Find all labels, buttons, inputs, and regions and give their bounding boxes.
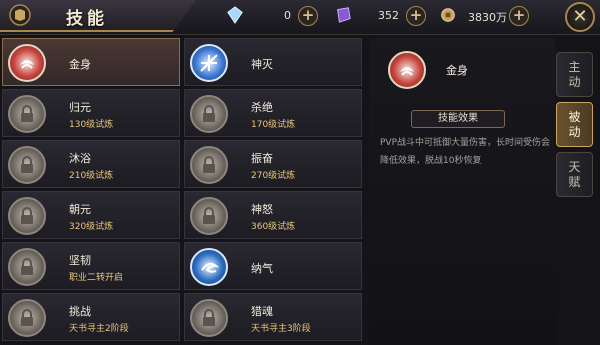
skill-description-line: 降低效果，脱战10秒恢复 bbox=[380, 156, 482, 166]
skill-description: PVP战斗中可抵御大量伤害，长时间受伤会 降低效果，脱战10秒恢复 bbox=[380, 134, 550, 170]
skill-detail-panel: 金身 技能效果 PVP战斗中可抵御大量伤害，长时间受伤会 降低效果，脱战10秒恢… bbox=[369, 38, 555, 345]
skill-requirement: 130级试炼 bbox=[69, 120, 114, 130]
coin-resource: 3830万 + bbox=[440, 6, 540, 26]
detail-skill-name: 金身 bbox=[446, 64, 468, 77]
diamond-icon bbox=[227, 6, 243, 24]
skill-grid: 金身 神灭 归元 130级试炼 杀绝 170级试炼 沐浴 210级试炼 振奋 2… bbox=[0, 38, 362, 345]
locked-skill-icon bbox=[190, 95, 228, 133]
tab-talents[interactable]: 天 赋 bbox=[556, 152, 593, 197]
tab-passive-skills[interactable]: 被 动 bbox=[556, 102, 593, 147]
add-coin-button[interactable]: + bbox=[509, 6, 529, 26]
skill-card-jianren[interactable]: 坚韧 职业二转开启 bbox=[2, 242, 180, 290]
skill-name: 沐浴 bbox=[69, 152, 91, 165]
locked-skill-icon bbox=[190, 299, 228, 337]
skill-requirement: 360级试炼 bbox=[251, 222, 296, 232]
tab-label: 动 bbox=[568, 75, 581, 89]
close-button[interactable]: ✕ bbox=[565, 2, 595, 32]
skill-card-shenmie[interactable]: 神灭 bbox=[184, 38, 362, 86]
coin-icon bbox=[441, 8, 455, 22]
top-bar: 技能 0 + 352 + 3830万 + ✕ bbox=[0, 0, 600, 35]
skill-name: 猎魂 bbox=[251, 305, 273, 318]
skill-requirement: 210级试炼 bbox=[69, 171, 114, 181]
locked-skill-icon bbox=[190, 197, 228, 235]
tab-label: 被 bbox=[568, 110, 581, 124]
skill-name: 振奋 bbox=[251, 152, 273, 165]
locked-skill-icon bbox=[190, 146, 228, 184]
add-diamond-button[interactable]: + bbox=[298, 6, 318, 26]
skill-card-guiyuan[interactable]: 归元 130级试炼 bbox=[2, 89, 180, 137]
golden-body-icon bbox=[8, 44, 46, 82]
skill-name: 金身 bbox=[69, 58, 91, 71]
skill-card-shennu[interactable]: 神怒 360级试炼 bbox=[184, 191, 362, 239]
locked-skill-icon bbox=[8, 248, 46, 286]
divine-destruction-icon bbox=[190, 44, 228, 82]
diamond-amount: 0 bbox=[284, 9, 291, 22]
qi-gathering-icon bbox=[190, 248, 228, 286]
coin-amount: 3830万 bbox=[468, 11, 507, 24]
skill-requirement: 270级试炼 bbox=[251, 171, 296, 181]
skill-name: 归元 bbox=[69, 101, 91, 114]
tab-active-skills[interactable]: 主 动 bbox=[556, 52, 593, 97]
locked-skill-icon bbox=[8, 197, 46, 235]
locked-skill-icon bbox=[8, 146, 46, 184]
skill-description-line: PVP战斗中可抵御大量伤害，长时间受伤会 bbox=[380, 138, 551, 148]
skill-name: 朝元 bbox=[69, 203, 91, 216]
skill-name: 挑战 bbox=[69, 305, 91, 318]
skill-card-liehun[interactable]: 猎魂 天书寻主3阶段 bbox=[184, 293, 362, 341]
tab-label: 天 bbox=[568, 160, 581, 174]
diamond-resource: 0 + bbox=[226, 6, 318, 26]
skill-card-chaoyuan[interactable]: 朝元 320级试炼 bbox=[2, 191, 180, 239]
skill-name: 神怒 bbox=[251, 203, 273, 216]
skill-card-tiaozhan[interactable]: 挑战 天书寻主2阶段 bbox=[2, 293, 180, 341]
title-plate: 技能 bbox=[0, 0, 196, 32]
skill-name: 神灭 bbox=[251, 58, 273, 71]
skill-book-icon bbox=[9, 4, 31, 26]
skill-card-jinshen[interactable]: 金身 bbox=[2, 38, 180, 86]
skill-requirement: 320级试炼 bbox=[69, 222, 114, 232]
page-title: 技能 bbox=[66, 9, 108, 29]
skill-effect-label: 技能效果 bbox=[411, 110, 505, 128]
crystal-amount: 352 bbox=[378, 9, 399, 22]
skill-name: 纳气 bbox=[251, 262, 273, 275]
tab-label: 动 bbox=[568, 125, 581, 139]
skill-card-shajue[interactable]: 杀绝 170级试炼 bbox=[184, 89, 362, 137]
skill-card-zhenfen[interactable]: 振奋 270级试炼 bbox=[184, 140, 362, 188]
skill-card-naqi[interactable]: 纳气 bbox=[184, 242, 362, 290]
locked-skill-icon bbox=[8, 299, 46, 337]
tab-label: 主 bbox=[568, 60, 581, 74]
golden-body-icon bbox=[388, 51, 426, 89]
skill-requirement: 天书寻主2阶段 bbox=[69, 324, 129, 334]
add-crystal-button[interactable]: + bbox=[406, 6, 426, 26]
skill-card-muyu[interactable]: 沐浴 210级试炼 bbox=[2, 140, 180, 188]
locked-skill-icon bbox=[8, 95, 46, 133]
crystal-icon bbox=[337, 7, 351, 23]
tab-label: 赋 bbox=[568, 175, 581, 189]
crystal-resource: 352 + bbox=[334, 6, 432, 26]
skill-requirement: 170级试炼 bbox=[251, 120, 296, 130]
skill-requirement: 天书寻主3阶段 bbox=[251, 324, 311, 334]
skill-requirement: 职业二转开启 bbox=[69, 273, 124, 283]
skill-name: 坚韧 bbox=[69, 254, 91, 267]
skill-name: 杀绝 bbox=[251, 101, 273, 114]
